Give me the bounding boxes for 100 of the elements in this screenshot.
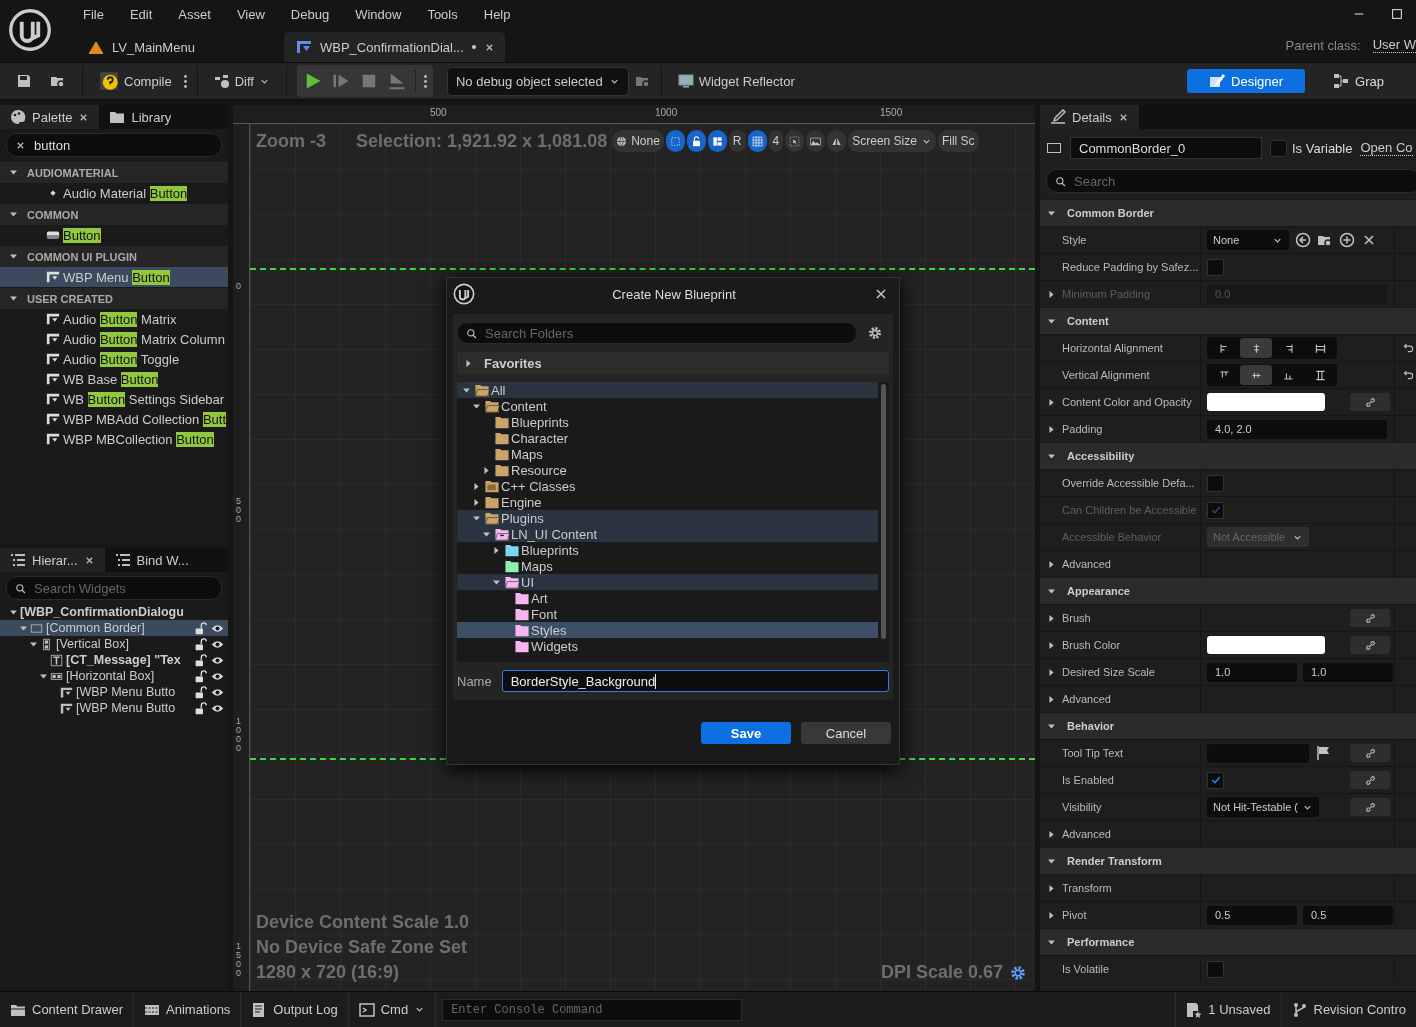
- cancel-button[interactable]: Cancel: [801, 722, 891, 744]
- favorites-header[interactable]: Favorites: [457, 352, 889, 374]
- name-input-field[interactable]: BorderStyle_Background: [501, 670, 889, 692]
- design-canvas[interactable]: [250, 124, 1035, 991]
- status-bar-button[interactable]: Cmd: [348, 992, 437, 1027]
- checkbox[interactable]: [1270, 139, 1287, 157]
- menu-item[interactable]: Help: [470, 6, 524, 22]
- folder-item[interactable]: Maps: [457, 446, 878, 462]
- canvas-button[interactable]: R: [728, 130, 746, 152]
- bind-button[interactable]: [1350, 798, 1390, 816]
- folder-item[interactable]: Engine: [457, 494, 878, 510]
- hierarchy-row[interactable]: [WBP Menu Butto: [0, 700, 228, 716]
- category-header[interactable]: COMMON UI PLUGIN: [0, 246, 228, 267]
- menu-item[interactable]: Asset: [165, 6, 224, 22]
- palette-item[interactable]: Audio Material Button: [0, 183, 228, 203]
- color-swatch[interactable]: [1207, 393, 1325, 411]
- category-header[interactable]: COMMON: [0, 204, 228, 225]
- palette-item[interactable]: WB Button Settings Sidebar: [0, 389, 228, 409]
- diff-button[interactable]: Diff: [207, 66, 276, 96]
- section-header[interactable]: Render Transform: [1040, 847, 1416, 874]
- folder-item[interactable]: Character: [457, 430, 878, 446]
- screen-size-dropdown[interactable]: Screen Size: [848, 130, 936, 152]
- canvas-toggle[interactable]: [707, 130, 727, 152]
- canvas-toggle[interactable]: [665, 130, 685, 152]
- panel-tab[interactable]: Library: [99, 105, 182, 129]
- document-tab[interactable]: LV_MainMenu: [76, 32, 278, 62]
- panel-tab[interactable]: Details: [1040, 105, 1139, 129]
- folder-item[interactable]: LN_UI Content: [457, 526, 878, 542]
- palette-item[interactable]: WBP Menu Button: [0, 267, 228, 287]
- menu-item[interactable]: Edit: [116, 6, 166, 22]
- folder-item[interactable]: Blueprints: [457, 414, 878, 430]
- bind-button[interactable]: [1350, 771, 1390, 789]
- debug-object-dropdown[interactable]: No debug object selected: [446, 66, 629, 96]
- folder-item[interactable]: Blueprints: [457, 542, 878, 558]
- folder-item[interactable]: C++ Classes: [457, 478, 878, 494]
- maximize-icon[interactable]: [1390, 7, 1404, 21]
- folder-item[interactable]: Widgets: [457, 638, 878, 654]
- menu-item[interactable]: Tools: [414, 6, 471, 22]
- widget-name-field[interactable]: CommonBorder_0: [1070, 137, 1262, 159]
- checkbox[interactable]: [1207, 771, 1224, 789]
- unsaved-button[interactable]: 1 Unsaved: [1175, 992, 1281, 1027]
- folder-item[interactable]: All: [457, 382, 878, 398]
- folder-item[interactable]: Styles: [457, 622, 878, 638]
- palette-item[interactable]: Audio Button Matrix Column: [0, 329, 228, 349]
- mode-button[interactable]: Designer: [1187, 69, 1306, 93]
- alignment-button[interactable]: [1240, 338, 1272, 358]
- dropdown[interactable]: Not Hit-Testable (: [1207, 797, 1319, 817]
- folder-item[interactable]: UI: [457, 574, 878, 590]
- hierarchy-row[interactable]: [WBP Menu Butto: [0, 684, 228, 700]
- palette-item[interactable]: Audio Button Matrix: [0, 309, 228, 329]
- value-field[interactable]: 1.0: [1207, 662, 1297, 682]
- palette-item[interactable]: WBP MBAdd Collection Butt: [0, 409, 228, 429]
- folder-item[interactable]: Resource: [457, 462, 878, 478]
- palette-item[interactable]: WBP MBCollection Button: [0, 429, 228, 449]
- canvas-toggle[interactable]: [785, 130, 805, 152]
- section-header[interactable]: Common Border: [1040, 199, 1416, 226]
- hierarchy-row[interactable]: [Common Border]: [0, 620, 228, 636]
- hierarchy-row[interactable]: [WBP_ConfirmationDialogu: [0, 604, 228, 620]
- canvas-toggle[interactable]: [806, 130, 826, 152]
- bind-button[interactable]: [1350, 744, 1390, 762]
- document-tab[interactable]: WBP_ConfirmationDial...: [284, 32, 505, 62]
- folder-item[interactable]: Font: [457, 606, 878, 622]
- section-header[interactable]: Behavior: [1040, 712, 1416, 739]
- parent-class-link[interactable]: User W: [1372, 37, 1416, 53]
- value-field[interactable]: 0.5: [1303, 905, 1393, 925]
- folder-item[interactable]: Maps: [457, 558, 878, 574]
- section-header[interactable]: Appearance: [1040, 577, 1416, 604]
- menu-item[interactable]: Window: [342, 6, 415, 22]
- section-header[interactable]: Content: [1040, 307, 1416, 334]
- checkbox[interactable]: [1207, 960, 1224, 978]
- status-bar-button[interactable]: Animations: [134, 992, 242, 1027]
- canvas-toggle[interactable]: [827, 130, 847, 152]
- panel-tab[interactable]: Hierar...: [0, 548, 105, 572]
- hierarchy-row[interactable]: [CT_Message] "Tex: [0, 652, 228, 668]
- palette-item[interactable]: Audio Button Toggle: [0, 349, 228, 369]
- value-field[interactable]: 1.0: [1303, 662, 1393, 682]
- menu-item[interactable]: View: [223, 6, 278, 22]
- bind-button[interactable]: [1350, 636, 1390, 654]
- mode-button[interactable]: Grap: [1311, 69, 1406, 93]
- status-bar-button[interactable]: Content Drawer: [0, 992, 135, 1027]
- revision-control-button[interactable]: Revision Contro: [1280, 992, 1416, 1027]
- palette-search-field[interactable]: button: [6, 133, 222, 157]
- category-header[interactable]: USER CREATED: [0, 288, 228, 309]
- folder-item[interactable]: Art: [457, 590, 878, 606]
- widget-reflector-button[interactable]: Widget Reflector: [671, 66, 801, 96]
- checkbox[interactable]: [1207, 474, 1224, 492]
- panel-tab[interactable]: Palette: [0, 105, 100, 129]
- scrollbar[interactable]: [881, 384, 886, 639]
- color-swatch[interactable]: [1207, 636, 1325, 654]
- section-header[interactable]: Performance: [1040, 928, 1416, 955]
- hierarchy-row[interactable]: [Horizontal Box]: [0, 668, 228, 684]
- save-button[interactable]: Save: [701, 722, 791, 744]
- palette-item[interactable]: Button: [0, 225, 228, 245]
- canvas-button[interactable]: 4: [768, 130, 784, 152]
- value-field[interactable]: 4.0, 2.0: [1207, 419, 1387, 439]
- value-field[interactable]: 0.5: [1207, 905, 1297, 925]
- hierarchy-row[interactable]: [Vertical Box]: [0, 636, 228, 652]
- palette-item[interactable]: WB Base Button: [0, 369, 228, 389]
- folder-item[interactable]: Plugins: [457, 510, 878, 526]
- menu-item[interactable]: File: [70, 6, 117, 22]
